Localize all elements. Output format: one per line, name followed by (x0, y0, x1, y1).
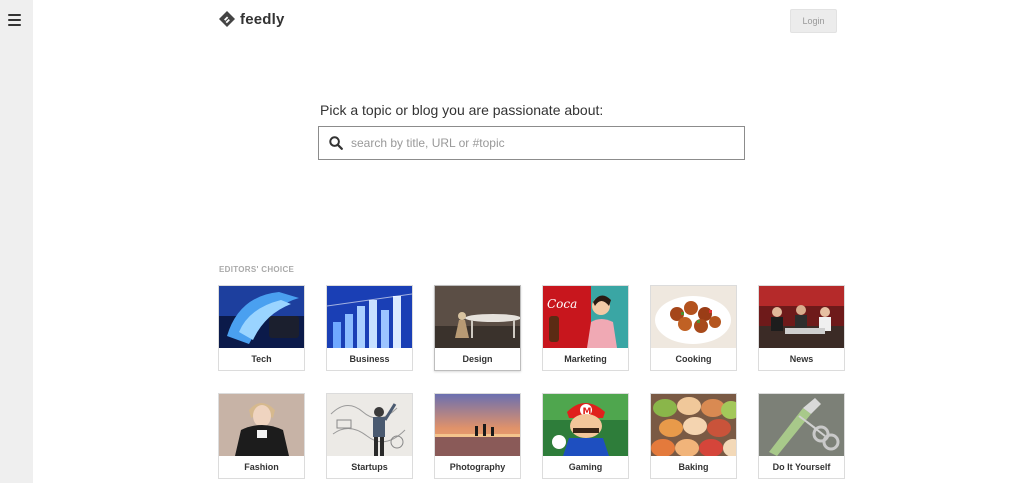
feedly-logo[interactable]: feedly (218, 10, 285, 28)
topic-card-marketing[interactable]: Coca Marketing (542, 285, 629, 371)
topic-card-photography[interactable]: Photography (434, 393, 521, 479)
topic-label: Baking (678, 462, 709, 472)
login-button[interactable]: Login (790, 9, 837, 33)
search-prompt: Pick a topic or blog you are passionate … (320, 102, 604, 118)
topic-label: Tech (251, 354, 272, 364)
editors-choice-heading: EDITORS' CHOICE (219, 265, 295, 274)
topic-label: Marketing (564, 354, 607, 364)
search-box[interactable] (318, 126, 745, 160)
tech-thumbnail (219, 286, 304, 348)
svg-text:Coca: Coca (547, 297, 577, 311)
topic-card-baking[interactable]: Baking (650, 393, 737, 479)
hamburger-menu-icon[interactable] (8, 14, 21, 26)
topic-card-business[interactable]: Business (326, 285, 413, 371)
topic-card-fashion[interactable]: Fashion (218, 393, 305, 479)
topic-label: News (789, 354, 814, 364)
cooking-thumbnail (651, 286, 736, 348)
topic-label: Startups (351, 462, 388, 472)
search-icon (329, 136, 343, 150)
topic-card-gaming[interactable]: M Gaming (542, 393, 629, 479)
marketing-thumbnail: Coca (543, 286, 628, 348)
topic-label: Photography (449, 462, 506, 472)
do-it-yourself-thumbnail (759, 394, 844, 456)
topic-label: Fashion (244, 462, 279, 472)
topic-label: Do It Yourself (772, 462, 831, 472)
logo-text: feedly (240, 10, 285, 28)
topic-card-cooking[interactable]: Cooking (650, 285, 737, 371)
topic-card-news[interactable]: News (758, 285, 845, 371)
topic-card-do-it-yourself[interactable]: Do It Yourself (758, 393, 845, 479)
design-thumbnail (435, 286, 520, 348)
topic-card-tech[interactable]: Tech (218, 285, 305, 371)
topic-card-design[interactable]: Design (434, 285, 521, 371)
topic-label: Gaming (568, 462, 603, 472)
topic-label: Cooking (675, 354, 712, 364)
business-thumbnail (327, 286, 412, 348)
topic-label: Design (462, 354, 493, 364)
baking-thumbnail (651, 394, 736, 456)
photography-thumbnail (435, 394, 520, 456)
gaming-thumbnail: M (543, 394, 628, 456)
news-thumbnail (759, 286, 844, 348)
left-sidebar (0, 0, 33, 483)
feedly-logo-icon (219, 11, 235, 27)
fashion-thumbnail (219, 394, 304, 456)
search-input[interactable] (351, 136, 731, 150)
startups-thumbnail (327, 394, 412, 456)
topic-label: Business (349, 354, 390, 364)
topic-card-startups[interactable]: Startups (326, 393, 413, 479)
